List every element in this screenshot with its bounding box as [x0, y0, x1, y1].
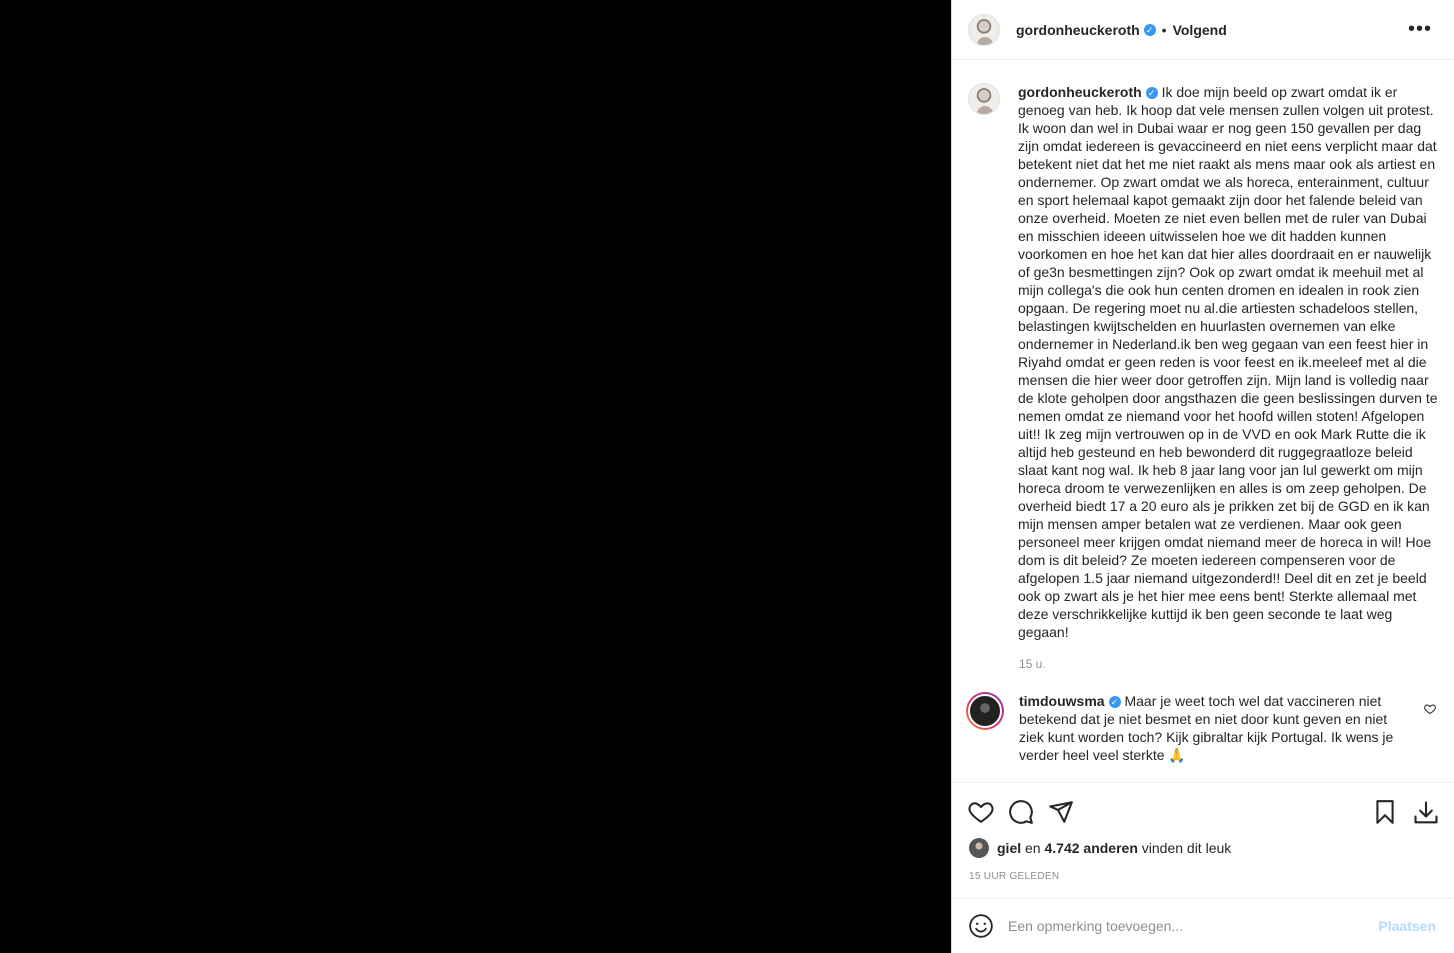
verified-icon: ✓: [1108, 696, 1121, 709]
post-comment-button[interactable]: Plaatsen: [1378, 918, 1436, 934]
action-bar: [952, 782, 1454, 836]
caption-time[interactable]: 15 u.: [1019, 657, 1046, 671]
app-window: gordonheuckeroth ✓ • Volgend ••• gordonh…: [0, 0, 1454, 953]
download-icon[interactable]: [1412, 799, 1438, 825]
caption-text: Ik doe mijn beeld op zwart omdat ik er g…: [1018, 84, 1438, 640]
commenter-avatar[interactable]: [966, 692, 1004, 730]
author-username[interactable]: gordonheuckeroth: [1016, 22, 1140, 38]
share-icon[interactable]: [1048, 799, 1074, 825]
comment-item: timdouwsma ✓ Maar je weet toch wel dat va…: [966, 692, 1436, 764]
comment-input[interactable]: [1008, 918, 1368, 934]
commenter-username[interactable]: timdouwsma: [1019, 693, 1105, 709]
more-icon[interactable]: •••: [1408, 19, 1432, 39]
add-comment-bar: Plaatsen: [952, 898, 1454, 953]
post-media[interactable]: [0, 0, 951, 953]
caption-avatar[interactable]: [968, 83, 1000, 115]
post-header: gordonheuckeroth ✓ • Volgend •••: [952, 0, 1454, 60]
emoji-icon[interactable]: [968, 913, 994, 939]
post-timestamp[interactable]: 15 UUR GELEDEN: [969, 871, 1059, 882]
bookmark-icon[interactable]: [1372, 799, 1398, 825]
author-avatar[interactable]: [968, 13, 1000, 46]
likes-connector: en: [1025, 840, 1041, 856]
caption-body: gordonheuckeroth ✓ Ik doe mijn beeld op z…: [1018, 83, 1438, 641]
liker-username[interactable]: giel: [997, 840, 1021, 856]
heart-icon[interactable]: [968, 799, 994, 825]
verified-icon: ✓: [1143, 23, 1156, 36]
verified-icon: ✓: [1145, 87, 1158, 100]
following-button[interactable]: Volgend: [1173, 22, 1227, 38]
comment-icon[interactable]: [1008, 799, 1034, 825]
comment-like-icon[interactable]: [1424, 703, 1436, 718]
separator: •: [1161, 21, 1167, 38]
comments-scroll-area[interactable]: gordonheuckeroth ✓ Ik doe mijn beeld op z…: [952, 61, 1454, 781]
post-side-panel: gordonheuckeroth ✓ • Volgend ••• gordonh…: [951, 0, 1454, 953]
caption-username[interactable]: gordonheuckeroth: [1018, 84, 1142, 100]
caption: gordonheuckeroth ✓ Ik doe mijn beeld op z…: [968, 83, 1438, 641]
likes-summary: giel en 4.742 anderen vinden dit leuk: [969, 838, 1231, 858]
likes-count[interactable]: 4.742 anderen: [1044, 840, 1137, 856]
liker-avatar[interactable]: [969, 838, 989, 858]
comment-body: timdouwsma ✓ Maar je weet toch wel dat va…: [1019, 692, 1409, 764]
likes-suffix: vinden dit leuk: [1141, 840, 1232, 856]
